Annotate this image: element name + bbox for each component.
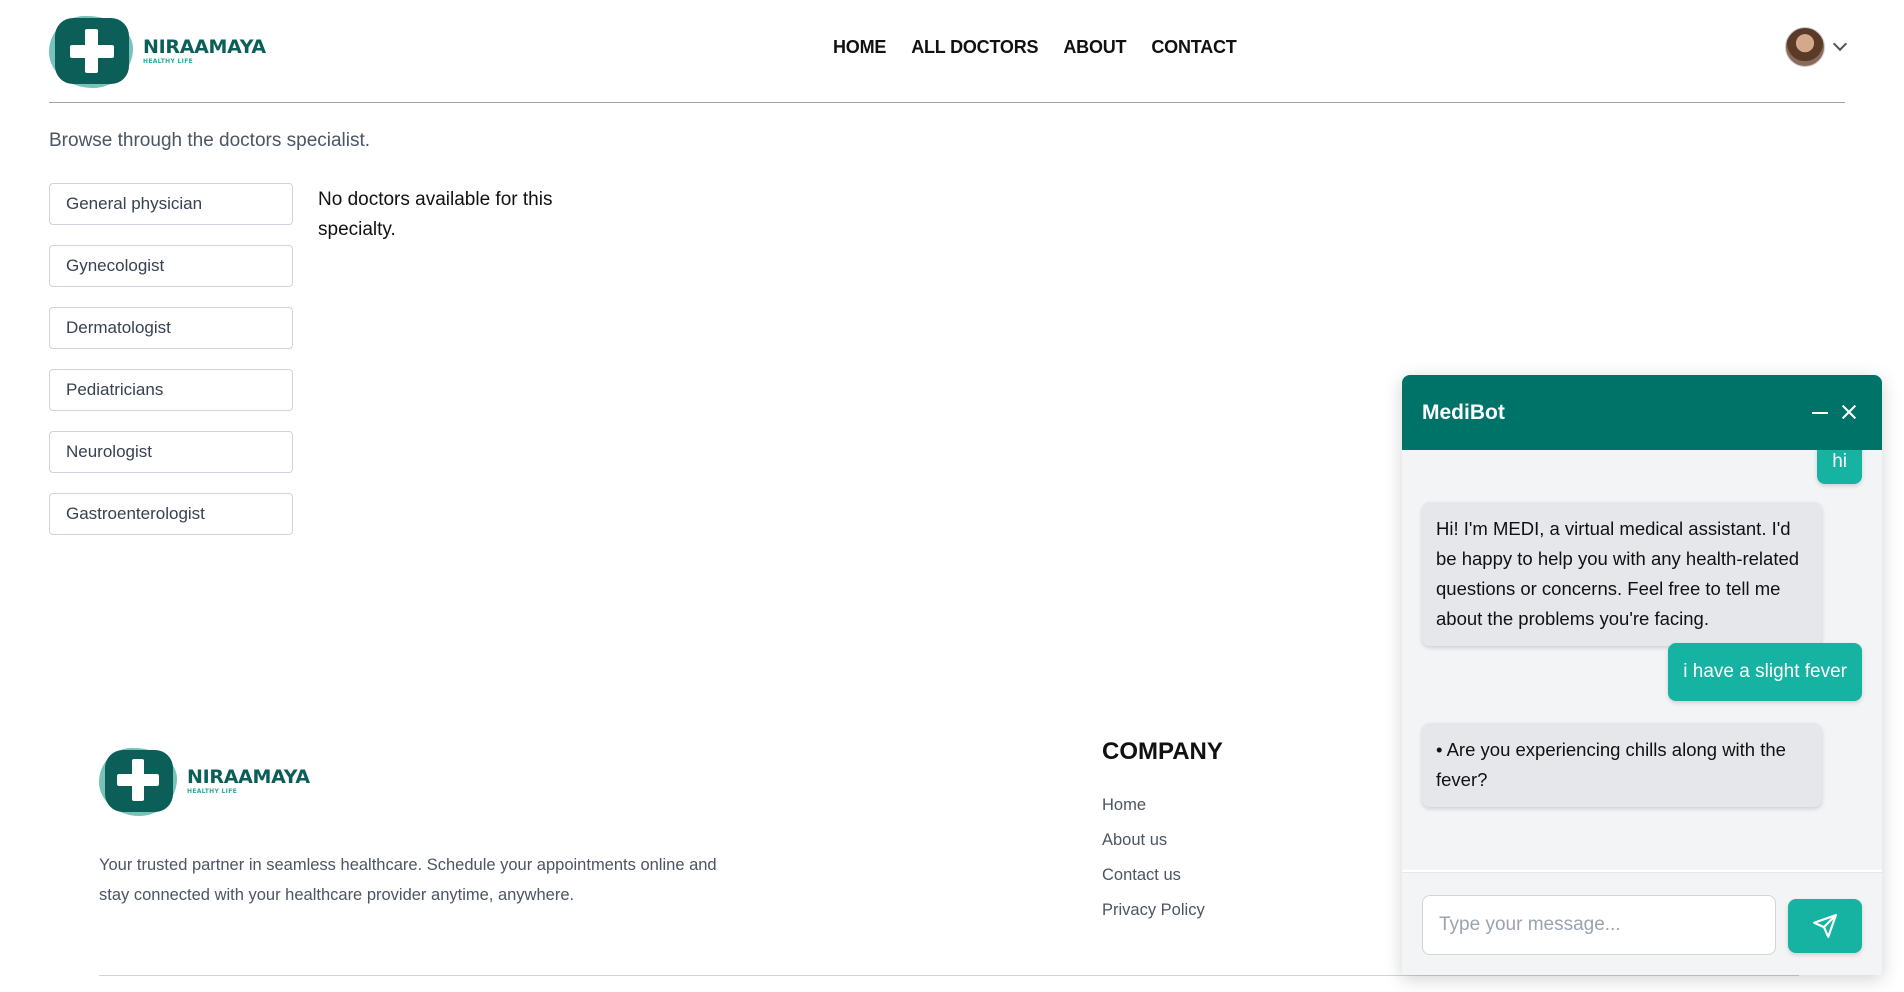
footer-divider [99, 975, 1799, 976]
bot-message: Hi! I'm MEDI, a virtual medical assistan… [1422, 502, 1822, 646]
medical-cross-icon [99, 746, 177, 816]
send-button[interactable] [1788, 899, 1862, 953]
specialty-general-physician[interactable]: General physician [49, 183, 293, 225]
minimize-icon[interactable] [1812, 412, 1828, 414]
footer-brand-tagline: HEALTHY LIFE [187, 787, 237, 795]
footer-link-privacy[interactable]: Privacy Policy [1102, 901, 1205, 936]
user-message: i have a slight fever [1668, 643, 1862, 701]
avatar[interactable] [1785, 27, 1825, 67]
footer-link-home[interactable]: Home [1102, 796, 1205, 831]
top-navbar: NIRAAMAYA HEALTHY LIFE HOME ALL DOCTORS … [49, 0, 1848, 103]
specialty-pediatricians[interactable]: Pediatricians [49, 369, 293, 411]
specialty-neurologist[interactable]: Neurologist [49, 431, 293, 473]
footer-brand-name: NIRAAMAYA [187, 765, 310, 788]
footer-logo: NIRAAMAYA HEALTHY LIFE [99, 746, 310, 816]
footer-company-title: COMPANY [1102, 738, 1223, 765]
brand-logo[interactable]: NIRAAMAYA HEALTHY LIFE [49, 14, 266, 88]
empty-state-message: No doctors available for this specialty. [318, 189, 553, 240]
chat-composer [1402, 872, 1882, 975]
chat-messages[interactable]: hi Hi! I'm MEDI, a virtual medical assis… [1402, 450, 1882, 870]
specialty-gynecologist[interactable]: Gynecologist [49, 245, 293, 287]
chat-widget: MediBot hi Hi! I'm MEDI, a virtual medic… [1402, 375, 1882, 975]
user-message: hi [1817, 450, 1862, 484]
footer-links: Home About us Contact us Privacy Policy [1102, 796, 1205, 936]
chat-header: MediBot [1402, 375, 1882, 450]
brand-tagline: HEALTHY LIFE [143, 57, 193, 65]
nav-contact[interactable]: CONTACT [1151, 37, 1236, 58]
nav-about[interactable]: ABOUT [1063, 37, 1126, 58]
specialty-list: General physician Gynecologist Dermatolo… [49, 183, 293, 555]
page-intro: Browse through the doctors specialist. [49, 130, 371, 151]
chat-message-input[interactable] [1422, 895, 1776, 955]
specialty-gastroenterologist[interactable]: Gastroenterologist [49, 493, 293, 535]
nav-all-doctors[interactable]: ALL DOCTORS [911, 37, 1038, 58]
chat-title: MediBot [1422, 400, 1505, 424]
close-icon[interactable] [1840, 403, 1858, 421]
brand-name: NIRAAMAYA [143, 35, 266, 58]
medical-cross-icon [49, 14, 133, 88]
bot-message: • Are you experiencing chills along with… [1422, 723, 1822, 807]
profile-menu[interactable] [1785, 27, 1848, 67]
main-nav: HOME ALL DOCTORS ABOUT CONTACT [833, 37, 1262, 58]
footer-description: Your trusted partner in seamless healthc… [99, 856, 717, 904]
nav-home[interactable]: HOME [833, 37, 886, 58]
specialty-dermatologist[interactable]: Dermatologist [49, 307, 293, 349]
footer-link-contact[interactable]: Contact us [1102, 866, 1205, 901]
chevron-down-icon[interactable] [1832, 36, 1848, 52]
footer-link-about[interactable]: About us [1102, 831, 1205, 866]
send-icon [1813, 914, 1837, 938]
